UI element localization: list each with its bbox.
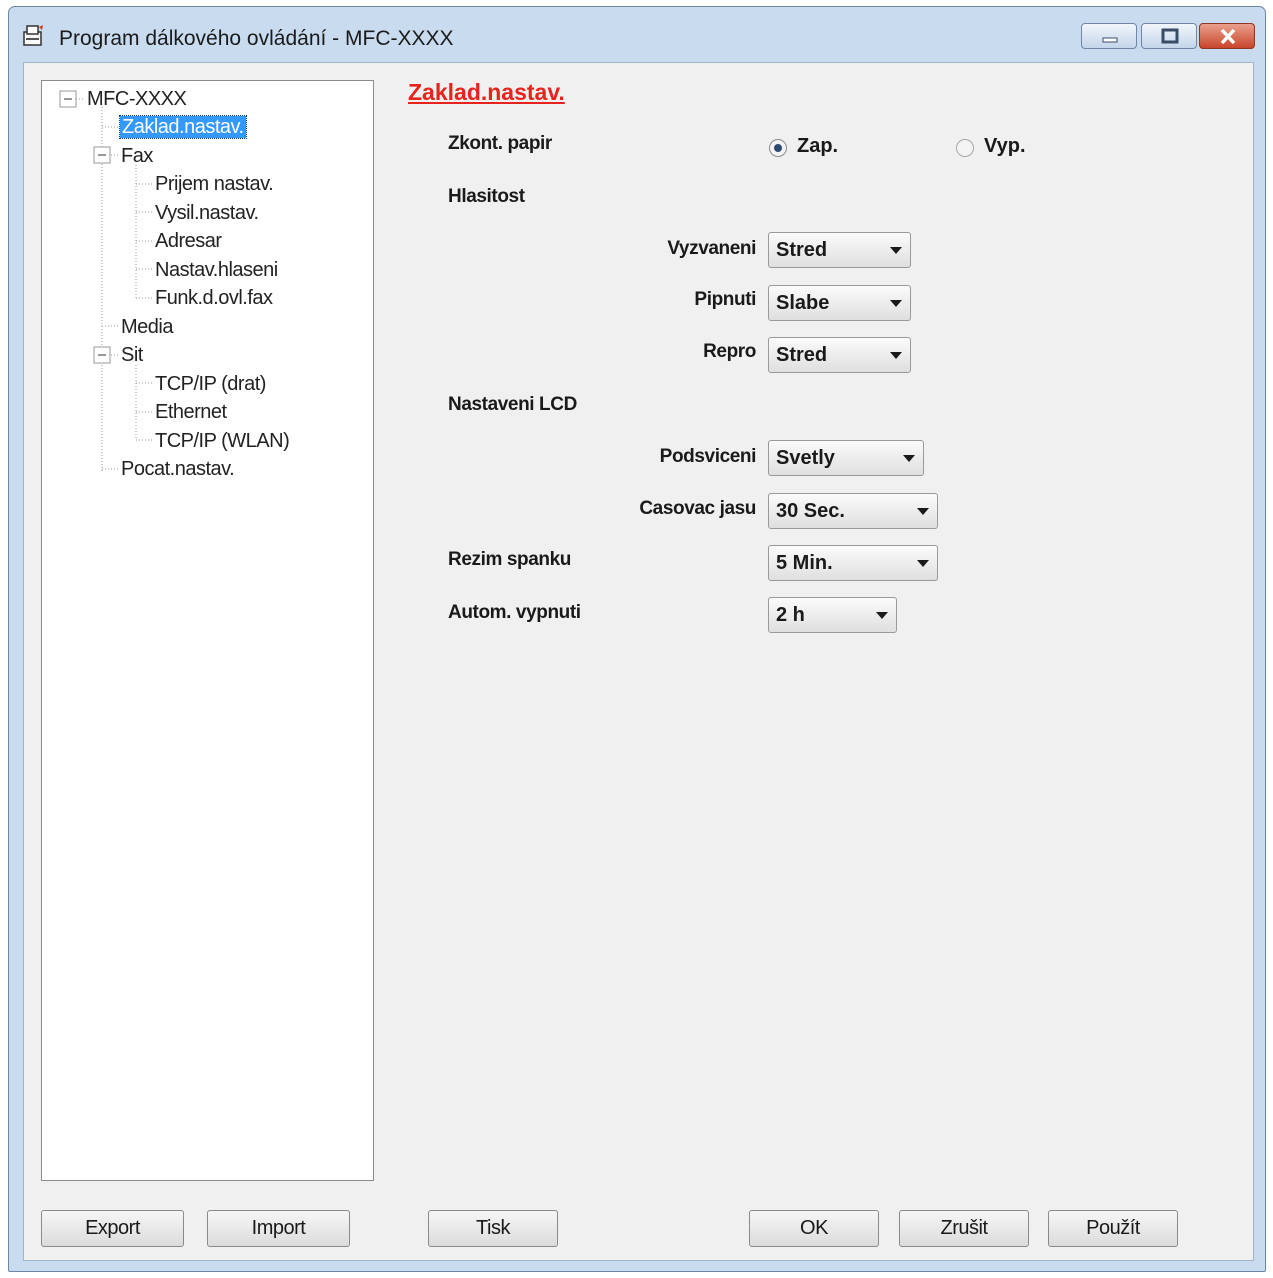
cancel-button[interactable]: Zrušit	[899, 1210, 1029, 1247]
beep-volume-label: Pipnuti	[694, 289, 756, 310]
tree-item-prijem-nastav[interactable]: Prijem nastav.	[155, 172, 274, 196]
beep-volume-value: Slabe	[776, 292, 830, 314]
tree-collapse-icon[interactable]	[93, 346, 111, 364]
tree-root[interactable]: MFC-XXXX	[87, 87, 187, 111]
apply-button[interactable]: Použít	[1048, 1210, 1178, 1247]
maximize-icon	[1161, 28, 1179, 44]
tree-item-label: Zaklad.nastav.	[119, 115, 247, 139]
chevron-down-icon	[903, 455, 915, 462]
app-window: Program dálkového ovládání - MFC-XXXX MF…	[8, 6, 1266, 1272]
sleep-mode-label: Rezim spanku	[448, 549, 571, 570]
remote-setup-app-icon	[23, 25, 43, 46]
tree-item-pocat-nastav[interactable]: Pocat.nastav.	[121, 457, 235, 481]
title-bar[interactable]: Program dálkového ovládání - MFC-XXXX	[9, 7, 1265, 63]
auto-off-label: Autom. vypnuti	[448, 602, 581, 623]
paper-check-label: Zkont. papir	[448, 133, 552, 154]
dim-timer-label: Casovac jasu	[639, 498, 756, 519]
tree-item-zaklad-nastav[interactable]: Zaklad.nastav.	[119, 115, 247, 139]
client-area: MFC-XXXX Zaklad.nastav. Fax Prijem nasta…	[23, 62, 1254, 1261]
chevron-down-icon	[890, 352, 902, 359]
radio-icon[interactable]	[768, 138, 788, 158]
tree-item-tcpip-wlan[interactable]: TCP/IP (WLAN)	[155, 429, 290, 453]
ring-volume-select[interactable]: Stred	[768, 232, 911, 268]
chevron-down-icon	[890, 247, 902, 254]
backlight-value: Svetly	[776, 447, 835, 469]
import-button[interactable]: Import	[207, 1210, 350, 1247]
speaker-volume-value: Stred	[776, 344, 828, 366]
tree-item-fax[interactable]: Fax	[121, 144, 153, 168]
sleep-mode-value: 5 Min.	[776, 552, 833, 574]
dim-timer-select[interactable]: 30 Sec.	[768, 493, 938, 529]
settings-tree[interactable]: MFC-XXXX Zaklad.nastav. Fax Prijem nasta…	[41, 80, 374, 1181]
ring-volume-label: Vyzvaneni	[667, 238, 756, 259]
tree-item-ethernet[interactable]: Ethernet	[155, 400, 227, 424]
close-icon	[1220, 28, 1236, 45]
tree-item-nastav-hlaseni[interactable]: Nastav.hlaseni	[155, 258, 278, 282]
chevron-down-icon	[917, 560, 929, 567]
backlight-select[interactable]: Svetly	[768, 440, 924, 476]
speaker-volume-label: Repro	[703, 341, 756, 362]
dim-timer-value: 30 Sec.	[776, 500, 845, 522]
radio-icon[interactable]	[955, 138, 975, 158]
chevron-down-icon	[890, 300, 902, 307]
paper-check-on-label[interactable]: Zap.	[797, 135, 838, 158]
speaker-volume-select[interactable]: Stred	[768, 337, 911, 373]
minimize-button[interactable]	[1081, 23, 1137, 49]
backlight-label: Podsviceni	[659, 446, 757, 467]
tree-collapse-icon[interactable]	[59, 90, 84, 108]
close-button[interactable]	[1199, 23, 1255, 49]
tree-collapse-icon[interactable]	[93, 146, 111, 164]
tree-item-vysil-nastav[interactable]: Vysil.nastav.	[155, 201, 259, 225]
paper-check-off-label[interactable]: Vyp.	[984, 135, 1026, 158]
sleep-mode-select[interactable]: 5 Min.	[768, 545, 938, 581]
auto-off-select[interactable]: 2 h	[768, 597, 897, 633]
lcd-section-label: Nastaveni LCD	[448, 394, 577, 415]
maximize-button[interactable]	[1141, 23, 1197, 49]
export-button[interactable]: Export	[41, 1210, 184, 1247]
tree-item-tcpip-drat[interactable]: TCP/IP (drat)	[155, 372, 266, 396]
volume-section-label: Hlasitost	[448, 186, 525, 207]
chevron-down-icon	[876, 612, 888, 619]
tree-item-sit[interactable]: Sit	[121, 343, 143, 367]
print-button[interactable]: Tisk	[428, 1210, 558, 1247]
tree-item-adresar[interactable]: Adresar	[155, 229, 222, 253]
window-title: Program dálkového ovládání - MFC-XXXX	[59, 27, 454, 50]
ring-volume-value: Stred	[776, 239, 828, 261]
ok-button[interactable]: OK	[749, 1210, 879, 1247]
beep-volume-select[interactable]: Slabe	[768, 285, 911, 321]
minimize-icon	[1102, 37, 1118, 43]
auto-off-value: 2 h	[776, 604, 805, 626]
chevron-down-icon	[917, 508, 929, 515]
tree-item-funk-d-ovl-fax[interactable]: Funk.d.ovl.fax	[155, 286, 273, 310]
panel-heading: Zaklad.nastav.	[408, 79, 565, 105]
tree-item-media[interactable]: Media	[121, 315, 173, 339]
